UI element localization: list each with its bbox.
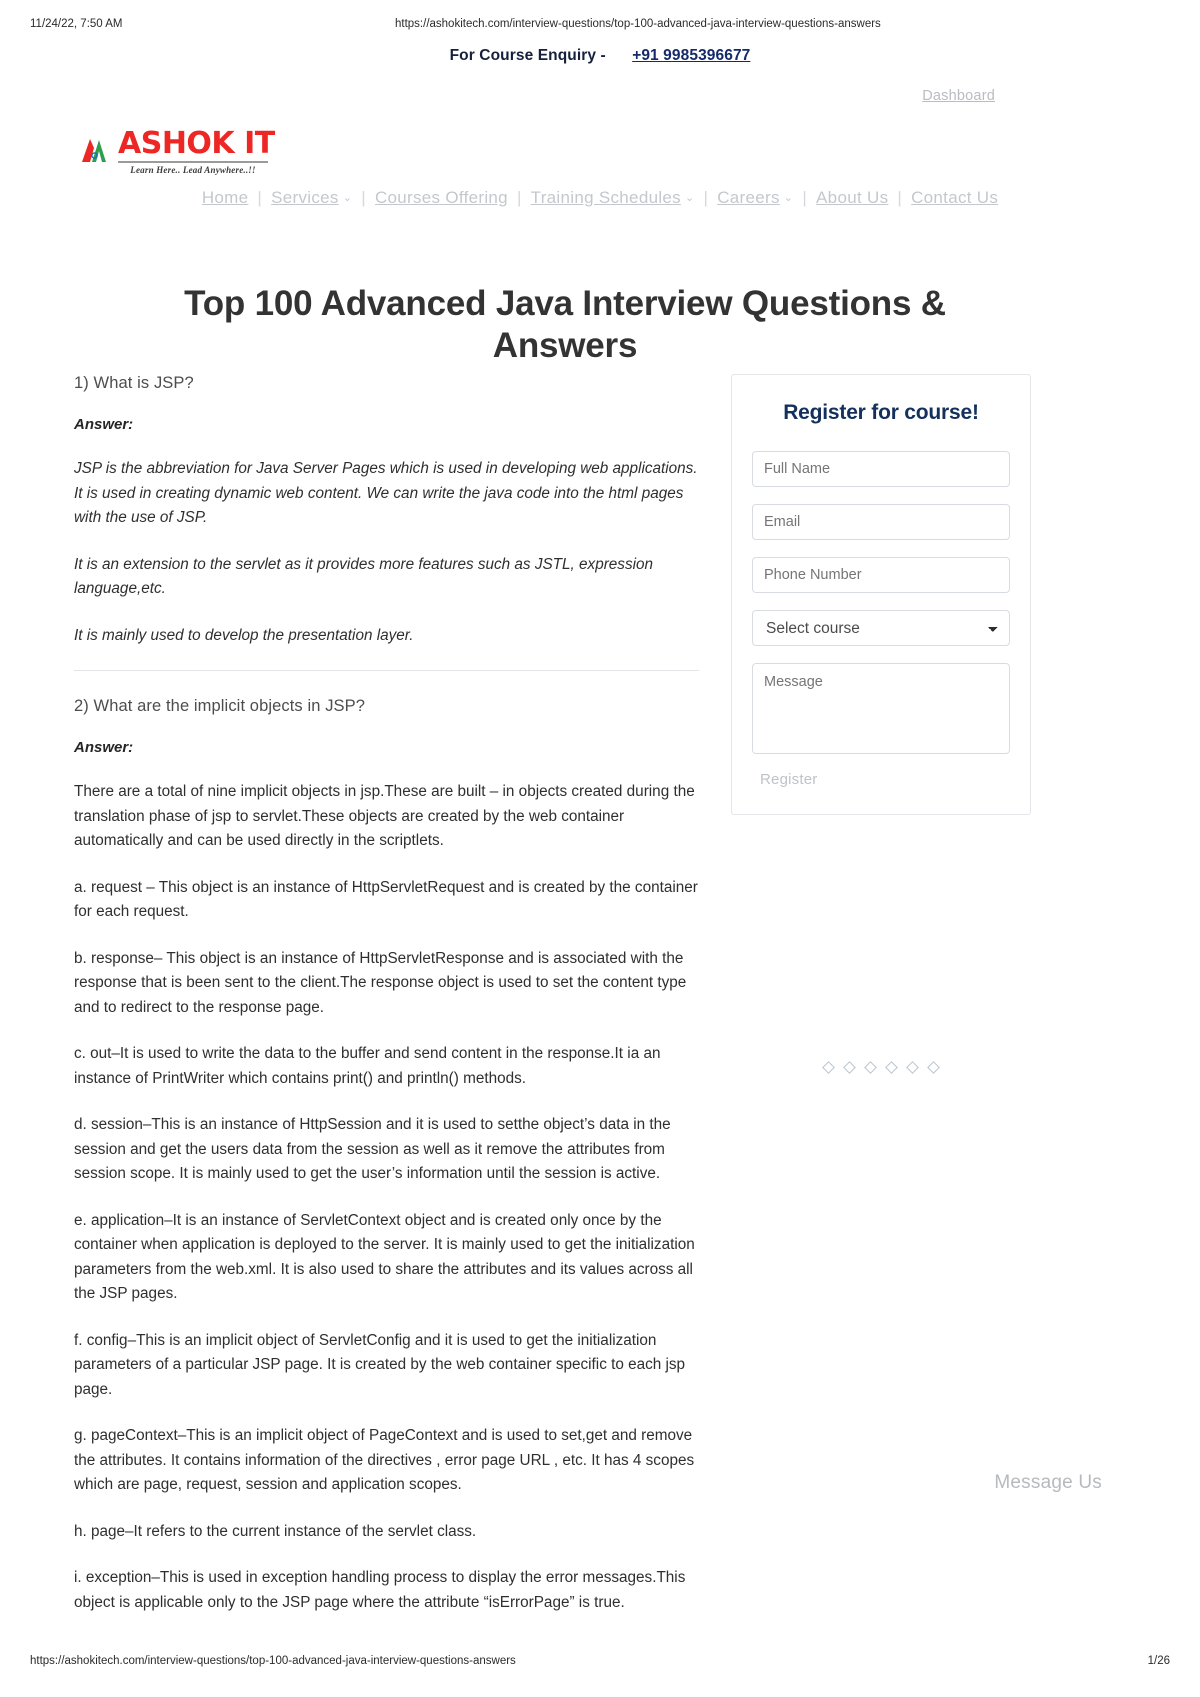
nav-separator: | xyxy=(516,188,522,207)
nav-item-contact-us[interactable]: Contact Us xyxy=(911,188,998,208)
question-2-paragraph: There are a total of nine implicit objec… xyxy=(74,783,695,849)
site-logo[interactable]: ASHOK IT Learn Here.. Lead Anywhere..!! xyxy=(78,128,288,180)
enquiry-phone-link[interactable]: +91 9985396677 xyxy=(632,47,750,64)
print-date: 11/24/22, 7:50 AM xyxy=(30,18,123,30)
message-textarea[interactable] xyxy=(752,663,1010,754)
nav-separator: | xyxy=(361,188,366,207)
select-course-dropdown[interactable]: Select course xyxy=(752,610,1010,646)
print-header: 11/24/22, 7:50 AM https://ashokitech.com… xyxy=(0,18,1200,34)
nav-separator: | xyxy=(703,188,709,207)
print-page-number: 1/26 xyxy=(1147,1655,1170,1667)
chevron-down-icon: ⌄ xyxy=(684,192,695,204)
diamond-icon xyxy=(864,1061,877,1074)
question-1-heading: 1) What is JSP? xyxy=(74,374,194,392)
question-2-paragraph: i. exception–This is used in exception h… xyxy=(74,1569,686,1611)
question-1-paragraph: It is mainly used to develop the present… xyxy=(74,626,414,644)
register-submit-button[interactable]: Register xyxy=(760,771,817,788)
page-title: Top 100 Advanced Java Interview Question… xyxy=(184,284,946,366)
logo-tagline: Learn Here.. Lead Anywhere..!! xyxy=(130,165,256,175)
question-2-answer-label: Answer: xyxy=(74,739,134,756)
question-2-paragraph: b. response– This object is an instance … xyxy=(74,949,687,1016)
diamond-icon xyxy=(885,1061,898,1074)
full-name-field[interactable] xyxy=(752,451,1010,487)
question-2-paragraph: a. request – This object is an instance … xyxy=(74,878,698,921)
logo-divider xyxy=(118,161,268,163)
logo-wordmark: ASHOK IT xyxy=(118,126,275,161)
question-2-heading: 2) What are the implicit objects in JSP? xyxy=(74,697,366,715)
nav-separator: | xyxy=(802,188,808,207)
ashok-it-logo-icon xyxy=(78,134,112,168)
question-2-paragraph: g. pageContext–This is an implicit objec… xyxy=(74,1427,695,1493)
message-us-widget[interactable]: Message Us xyxy=(994,1472,1102,1494)
nav-item-services[interactable]: Services xyxy=(271,188,339,208)
question-2-paragraph: c. out–It is used to write the data to t… xyxy=(74,1045,661,1087)
phone-number-field[interactable] xyxy=(752,557,1010,593)
diamond-decoration-row xyxy=(731,1061,1031,1074)
question-2-paragraph: d. session–This is an instance of HttpSe… xyxy=(74,1116,671,1182)
print-footer-url: https://ashokitech.com/interview-questio… xyxy=(30,1655,516,1667)
question-2-paragraph: h. page–It refers to the current instanc… xyxy=(74,1522,477,1540)
nav-item-courses-offering[interactable]: Courses Offering xyxy=(375,188,508,208)
question-2-paragraph: f. config–This is an implicit object of … xyxy=(74,1331,686,1398)
nav-item-home[interactable]: Home xyxy=(202,188,249,208)
nav-item-careers[interactable]: Careers xyxy=(717,188,780,208)
diamond-icon xyxy=(843,1061,856,1074)
article-content: 1) What is JSP? Answer: JSP is the abbre… xyxy=(74,372,699,1637)
nav-item-training-schedules[interactable]: Training Schedules xyxy=(531,188,681,208)
chevron-down-icon: ⌄ xyxy=(342,192,353,204)
chevron-down-icon: ⌄ xyxy=(783,192,794,204)
nav-separator: | xyxy=(897,188,903,207)
print-footer: https://ashokitech.com/interview-questio… xyxy=(0,1655,1200,1671)
section-divider xyxy=(74,670,699,671)
diamond-icon xyxy=(927,1061,940,1074)
question-1-answer-label: Answer: xyxy=(74,416,134,433)
diamond-icon xyxy=(822,1061,835,1074)
primary-navigation: Home | Services ⌄ | Courses Offering | Training… xyxy=(0,188,1200,208)
nav-item-about-us[interactable]: About Us xyxy=(816,188,888,208)
dashboard-link[interactable]: Dashboard xyxy=(922,88,995,104)
logo-text-block: ASHOK IT Learn Here.. Lead Anywhere..!! xyxy=(118,128,288,175)
course-enquiry-bar: For Course Enquiry - +91 9985396677 xyxy=(0,47,1200,65)
course-enquiry-label: For Course Enquiry - xyxy=(449,47,606,64)
question-2-paragraph: e. application–It is an instance of Serv… xyxy=(74,1211,695,1303)
email-field[interactable] xyxy=(752,504,1010,540)
diamond-icon xyxy=(906,1061,919,1074)
register-card-title: Register for course! xyxy=(783,401,979,424)
register-course-card: Register for course! Select course Regis… xyxy=(731,374,1031,815)
print-header-url: https://ashokitech.com/interview-questio… xyxy=(395,18,881,30)
nav-separator: | xyxy=(257,188,263,207)
question-1-paragraph: It is an extension to the servlet as it … xyxy=(74,555,654,598)
question-1-paragraph: JSP is the abbreviation for Java Server … xyxy=(74,460,698,526)
